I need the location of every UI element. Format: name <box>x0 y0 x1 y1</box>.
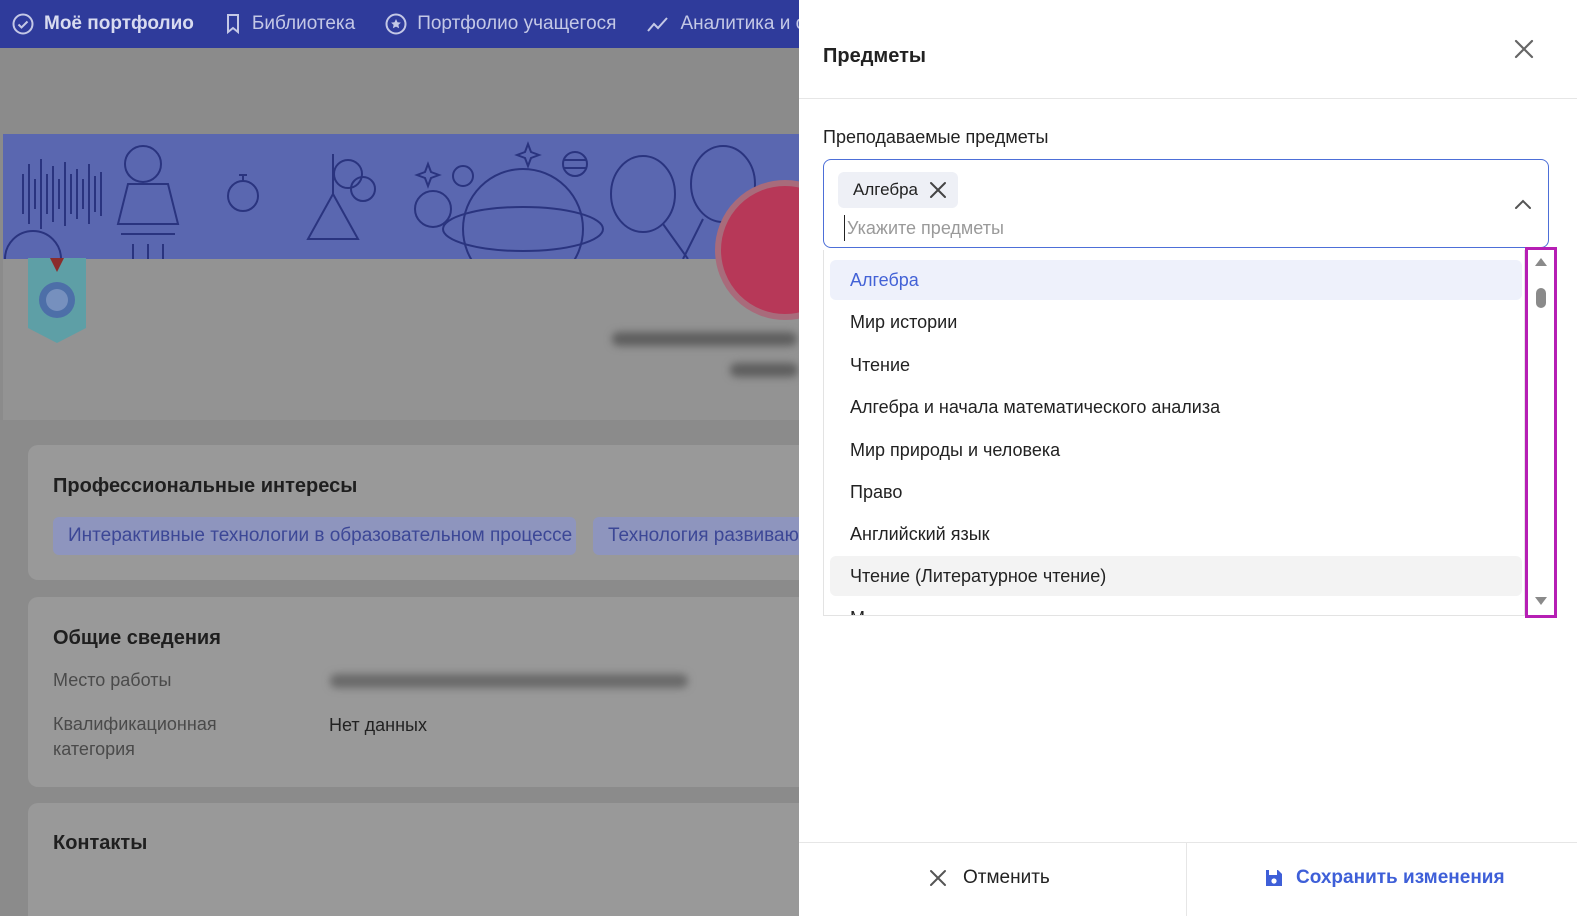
save-button-label: Сохранить изменения <box>1296 867 1505 888</box>
panel-title: Предметы <box>823 45 926 67</box>
save-button[interactable]: Сохранить изменения <box>1264 867 1505 889</box>
nav-item-label: Библиотека <box>251 13 356 34</box>
chart-line-icon <box>647 17 669 32</box>
banner-illustration <box>4 141 756 259</box>
subjects-select[interactable]: Алгебра <box>823 159 1549 248</box>
nav-item-my-portfolio[interactable]: Моё портфолио <box>12 13 194 35</box>
subjects-search-input[interactable] <box>844 215 1484 241</box>
contacts-card: Контакты <box>28 803 818 916</box>
dropdown-option[interactable]: Право <box>830 472 1522 512</box>
dropdown-option[interactable]: Мир истории <box>830 302 1522 342</box>
save-icon <box>1266 870 1282 886</box>
bookmark-icon <box>226 14 239 35</box>
blurred-name <box>612 332 797 346</box>
subjects-panel: Предметы Преподаваемые предметы Алгебра … <box>799 0 1577 916</box>
dropdown-option[interactable]: Чтение (Литературное чтение) <box>830 556 1522 596</box>
dropdown-option[interactable]: Мир природы и человека <box>830 430 1522 470</box>
selected-tag: Алгебра <box>838 172 958 208</box>
dropdown-option[interactable]: Английский язык <box>830 514 1522 554</box>
dropdown-option[interactable]: Чтение <box>830 345 1522 385</box>
contacts-title: Контакты <box>53 832 148 854</box>
star-circle-icon <box>385 13 407 35</box>
cancel-button[interactable]: Отменить <box>929 867 1050 889</box>
profile-banner <box>3 134 800 259</box>
general-info-title: Общие сведения <box>53 627 221 649</box>
cancel-button-label: Отменить <box>963 867 1050 888</box>
footer-divider <box>1186 843 1187 916</box>
nav-item-label: Портфолио учащегося <box>417 13 617 34</box>
medal-icon <box>28 258 86 343</box>
workplace-label: Место работы <box>53 670 172 690</box>
qualification-value: Нет данных <box>329 715 427 735</box>
selected-tag-label: Алгебра <box>853 180 918 199</box>
dropdown-option[interactable]: Алгебра и начала математического анализа <box>830 387 1522 427</box>
nav-item-label: Моё портфолио <box>44 13 194 34</box>
panel-footer: Отменить Сохранить изменения <box>799 842 1577 916</box>
interests-title: Профессиональные интересы <box>53 475 358 497</box>
blurred-workplace <box>330 674 688 688</box>
check-circle-icon <box>12 13 34 35</box>
subjects-dropdown: Алгебра Мир истории Чтение Алгебра и нач… <box>823 250 1525 616</box>
panel-header: Предметы <box>799 0 1577 99</box>
interest-chip[interactable]: Интерактивные технологии в образовательн… <box>53 517 576 555</box>
dropdown-option[interactable]: М <box>830 598 1522 615</box>
subjects-field-label: Преподаваемые предметы <box>823 127 1049 147</box>
nav-item-analytics[interactable]: Аналитика и отч <box>646 13 824 35</box>
remove-tag-icon[interactable] <box>928 180 948 200</box>
nav-item-student-portfolio[interactable]: Портфолио учащегося <box>385 13 616 35</box>
qualification-label: Квалификационная категория <box>53 714 217 759</box>
interest-chip[interactable]: Технология развиваю <box>593 517 818 555</box>
close-icon[interactable] <box>1511 36 1537 62</box>
scrollbar-highlight-box <box>1525 247 1557 618</box>
nav-item-library[interactable]: Библиотека <box>224 13 355 35</box>
general-info-card: Общие сведения Место работы Квалификацио… <box>28 597 818 787</box>
interests-card: Профессиональные интересы Интерактивные … <box>28 445 818 580</box>
chevron-up-icon[interactable] <box>1512 194 1534 216</box>
close-icon <box>930 870 946 886</box>
dropdown-option[interactable]: Алгебра <box>830 260 1522 300</box>
blurred-subtitle <box>730 363 798 377</box>
